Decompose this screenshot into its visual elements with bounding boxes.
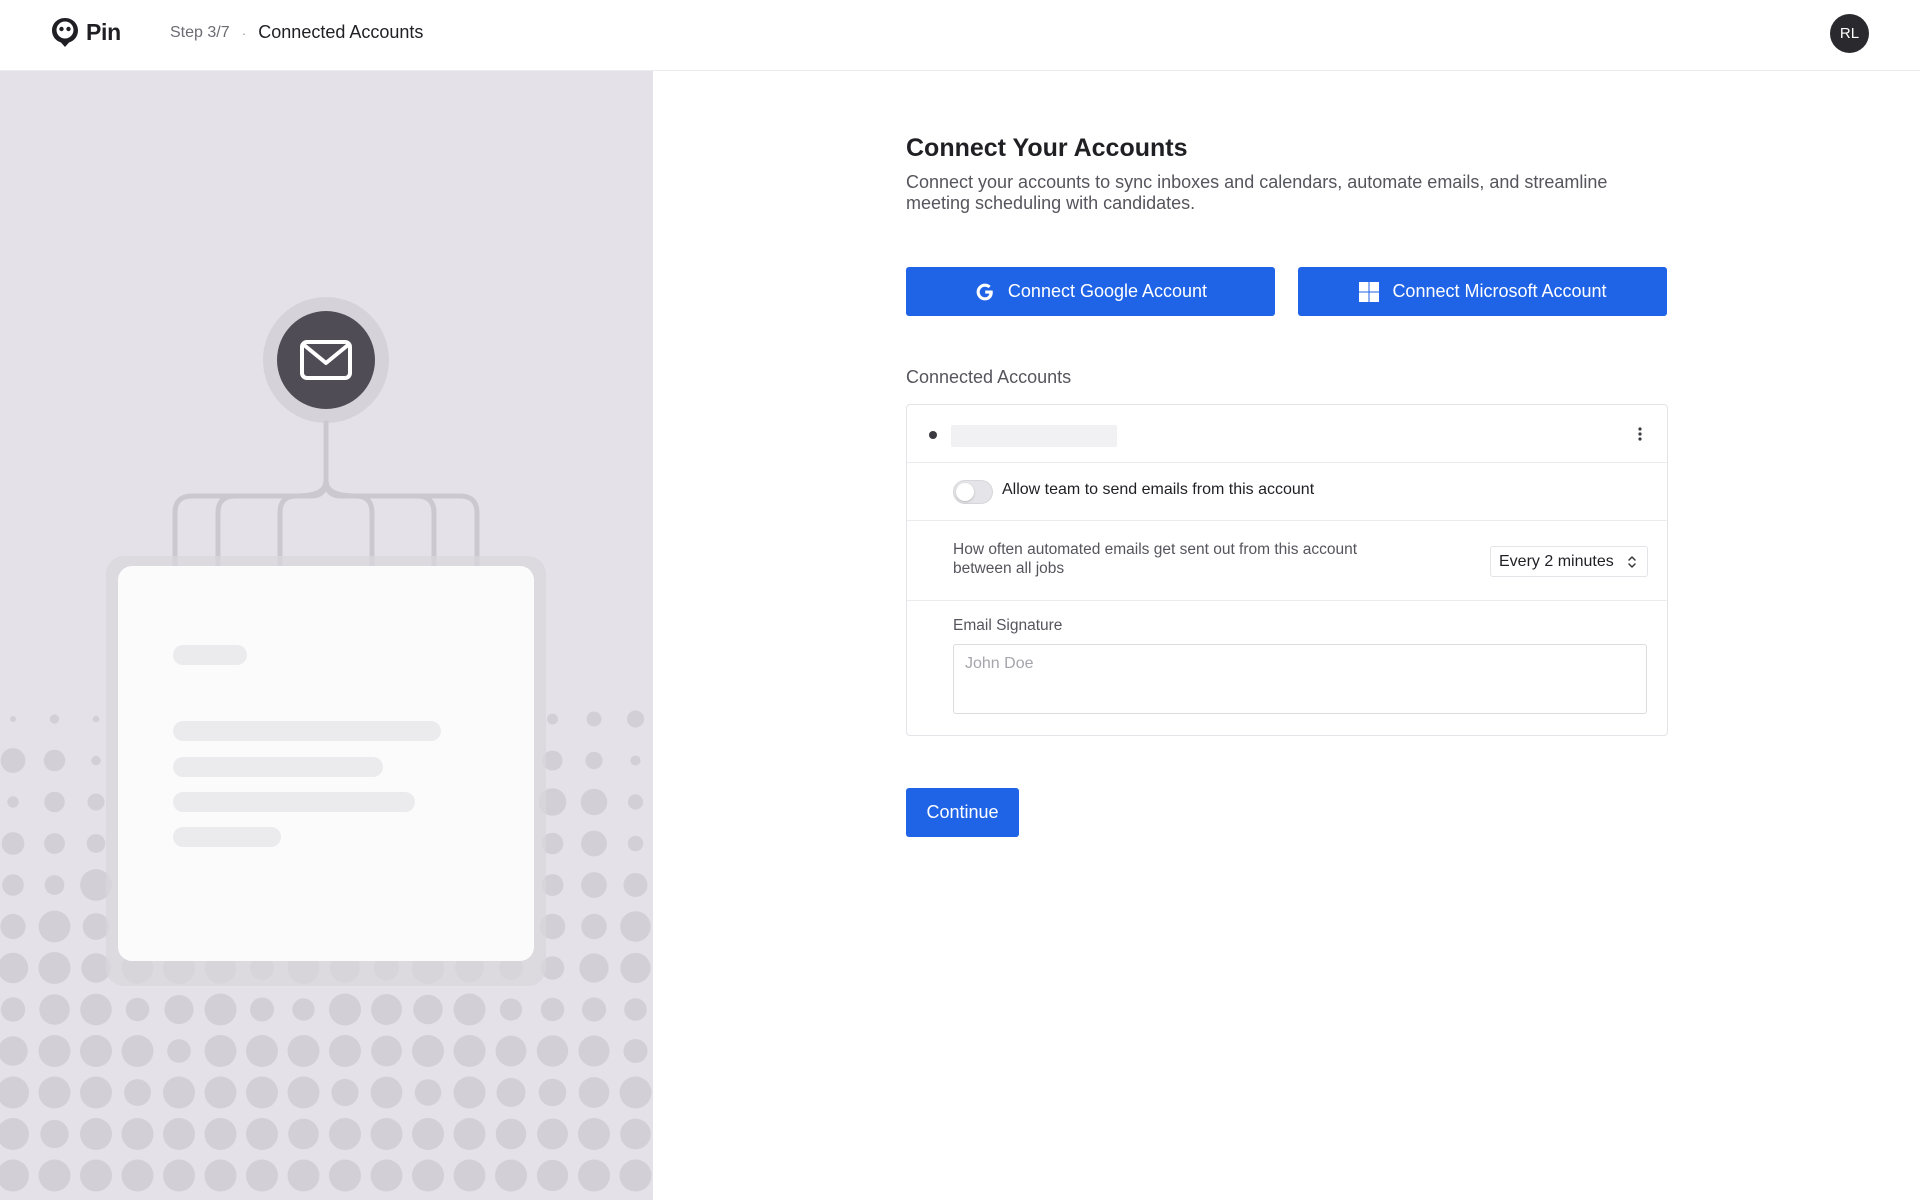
status-dot [929, 431, 937, 439]
toggle-knob [956, 483, 974, 501]
email-illustration [106, 297, 546, 986]
email-signature-input[interactable] [953, 644, 1647, 714]
connect-google-label: Connect Google Account [1007, 281, 1208, 301]
microsoft-windows-icon [1358, 281, 1380, 303]
pin-logo-icon [52, 18, 78, 47]
google-g-icon [974, 281, 996, 303]
user-avatar[interactable]: RL [1830, 14, 1869, 53]
frequency-select[interactable]: Every 2 minutes [1490, 546, 1648, 577]
illustration-panel [0, 71, 653, 1200]
top-header: Pin Step 3/7 · Connected Accounts RL [0, 0, 1920, 71]
email-frequency-row: How often automated emails get sent out … [907, 521, 1667, 601]
page-title: Connect Your Accounts [906, 134, 1188, 162]
page-description: Connect your accounts to sync inboxes an… [906, 172, 1608, 213]
connected-accounts-heading: Connected Accounts [906, 367, 1072, 387]
connected-account-card: Allow team to send emails from this acco… [906, 404, 1668, 736]
connect-microsoft-button[interactable]: Connect Microsoft Account [1298, 267, 1667, 316]
app-name: Pin [86, 18, 121, 45]
chevron-up-down-icon [1628, 556, 1636, 568]
allow-team-row: Allow team to send emails from this acco… [907, 463, 1667, 521]
frequency-description: How often automated emails get sent out … [953, 541, 1358, 577]
step-indicator: Step 3/7 [170, 23, 230, 41]
email-signature-label: Email Signature [953, 617, 1063, 634]
account-email-redacted [951, 425, 1117, 447]
app-logo[interactable]: Pin [50, 16, 121, 48]
allow-team-toggle[interactable] [953, 480, 993, 504]
connect-microsoft-label: Connect Microsoft Account [1392, 281, 1607, 301]
more-vertical-icon[interactable] [1629, 423, 1651, 445]
frequency-select-value: Every 2 minutes [1499, 552, 1614, 570]
page-breadcrumb-title: Connected Accounts [258, 22, 424, 42]
continue-button[interactable]: Continue [906, 788, 1019, 837]
continue-label: Continue [926, 802, 999, 822]
allow-team-label: Allow team to send emails from this acco… [1002, 481, 1315, 498]
breadcrumb: Step 3/7 · Connected Accounts [170, 22, 423, 43]
connect-google-button[interactable]: Connect Google Account [906, 267, 1275, 316]
breadcrumb-separator: · [241, 24, 247, 41]
account-header-row [907, 405, 1667, 463]
